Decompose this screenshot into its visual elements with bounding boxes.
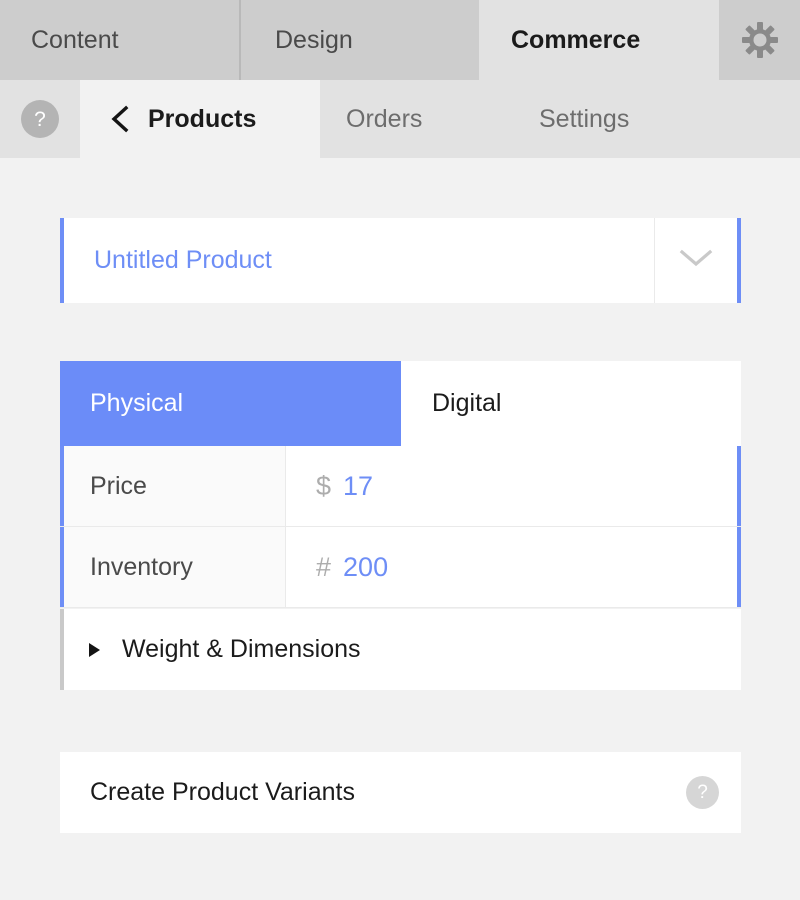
section-tab-products-label: Products [148, 104, 257, 133]
price-label: Price [64, 446, 286, 526]
help-icon: ? [21, 100, 59, 138]
create-product-variants-label: Create Product Variants [90, 778, 355, 806]
weight-dimensions-header[interactable]: Weight & Dimensions [64, 609, 741, 690]
inventory-row: Inventory # 200 [60, 527, 741, 608]
weight-dimensions-accordion[interactable]: Weight & Dimensions [60, 609, 741, 690]
inventory-label: Inventory [64, 527, 286, 607]
section-tab-bar: ? Products Orders Settings [0, 80, 800, 158]
inventory-input[interactable]: # 200 [286, 527, 737, 607]
section-tab-orders-label: Orders [346, 104, 423, 133]
section-tab-orders[interactable]: Orders [320, 80, 470, 158]
product-type-digital[interactable]: Digital [401, 361, 741, 446]
app-tab-content[interactable]: Content [0, 0, 239, 80]
accent-bar-right [737, 527, 741, 607]
app-tab-design-label: Design [275, 25, 353, 54]
product-type-physical-label: Physical [90, 389, 184, 417]
weight-dimensions-label: Weight & Dimensions [122, 635, 361, 663]
accent-bar-right [737, 446, 741, 526]
section-tab-settings-label: Settings [539, 104, 630, 133]
product-type-physical[interactable]: Physical [60, 361, 401, 446]
create-product-variants-card[interactable]: Create Product Variants ? [60, 752, 741, 833]
chevron-down-icon [678, 247, 714, 274]
price-value: 17 [343, 470, 374, 501]
app-tab-content-label: Content [31, 25, 119, 54]
help-button[interactable]: ? [0, 80, 80, 158]
section-tab-settings[interactable]: Settings [470, 80, 670, 158]
app-tab-design[interactable]: Design [239, 0, 479, 80]
accent-bar-right [737, 218, 741, 303]
triangle-right-icon [89, 642, 100, 657]
product-type-digital-label: Digital [432, 389, 502, 417]
price-row: Price $ 17 [60, 446, 741, 527]
currency-symbol: $ [316, 470, 332, 501]
price-input[interactable]: $ 17 [286, 446, 737, 526]
chevron-left-icon[interactable] [109, 104, 131, 134]
product-type-toggle: Physical Digital [60, 361, 741, 446]
product-name-card: Untitled Product [60, 218, 741, 303]
settings-gear-button[interactable] [719, 0, 800, 80]
inventory-value: 200 [343, 551, 389, 582]
hash-symbol: # [316, 551, 332, 582]
product-select-dropdown[interactable] [655, 218, 737, 303]
product-name-input[interactable]: Untitled Product [64, 218, 655, 303]
gear-icon [740, 20, 780, 60]
app-tab-commerce-label: Commerce [511, 25, 641, 54]
app-tab-commerce[interactable]: Commerce [479, 0, 719, 80]
section-tab-products[interactable]: Products [80, 80, 320, 158]
app-tab-bar: Content Design Commerce [0, 0, 800, 80]
help-icon[interactable]: ? [686, 776, 719, 809]
